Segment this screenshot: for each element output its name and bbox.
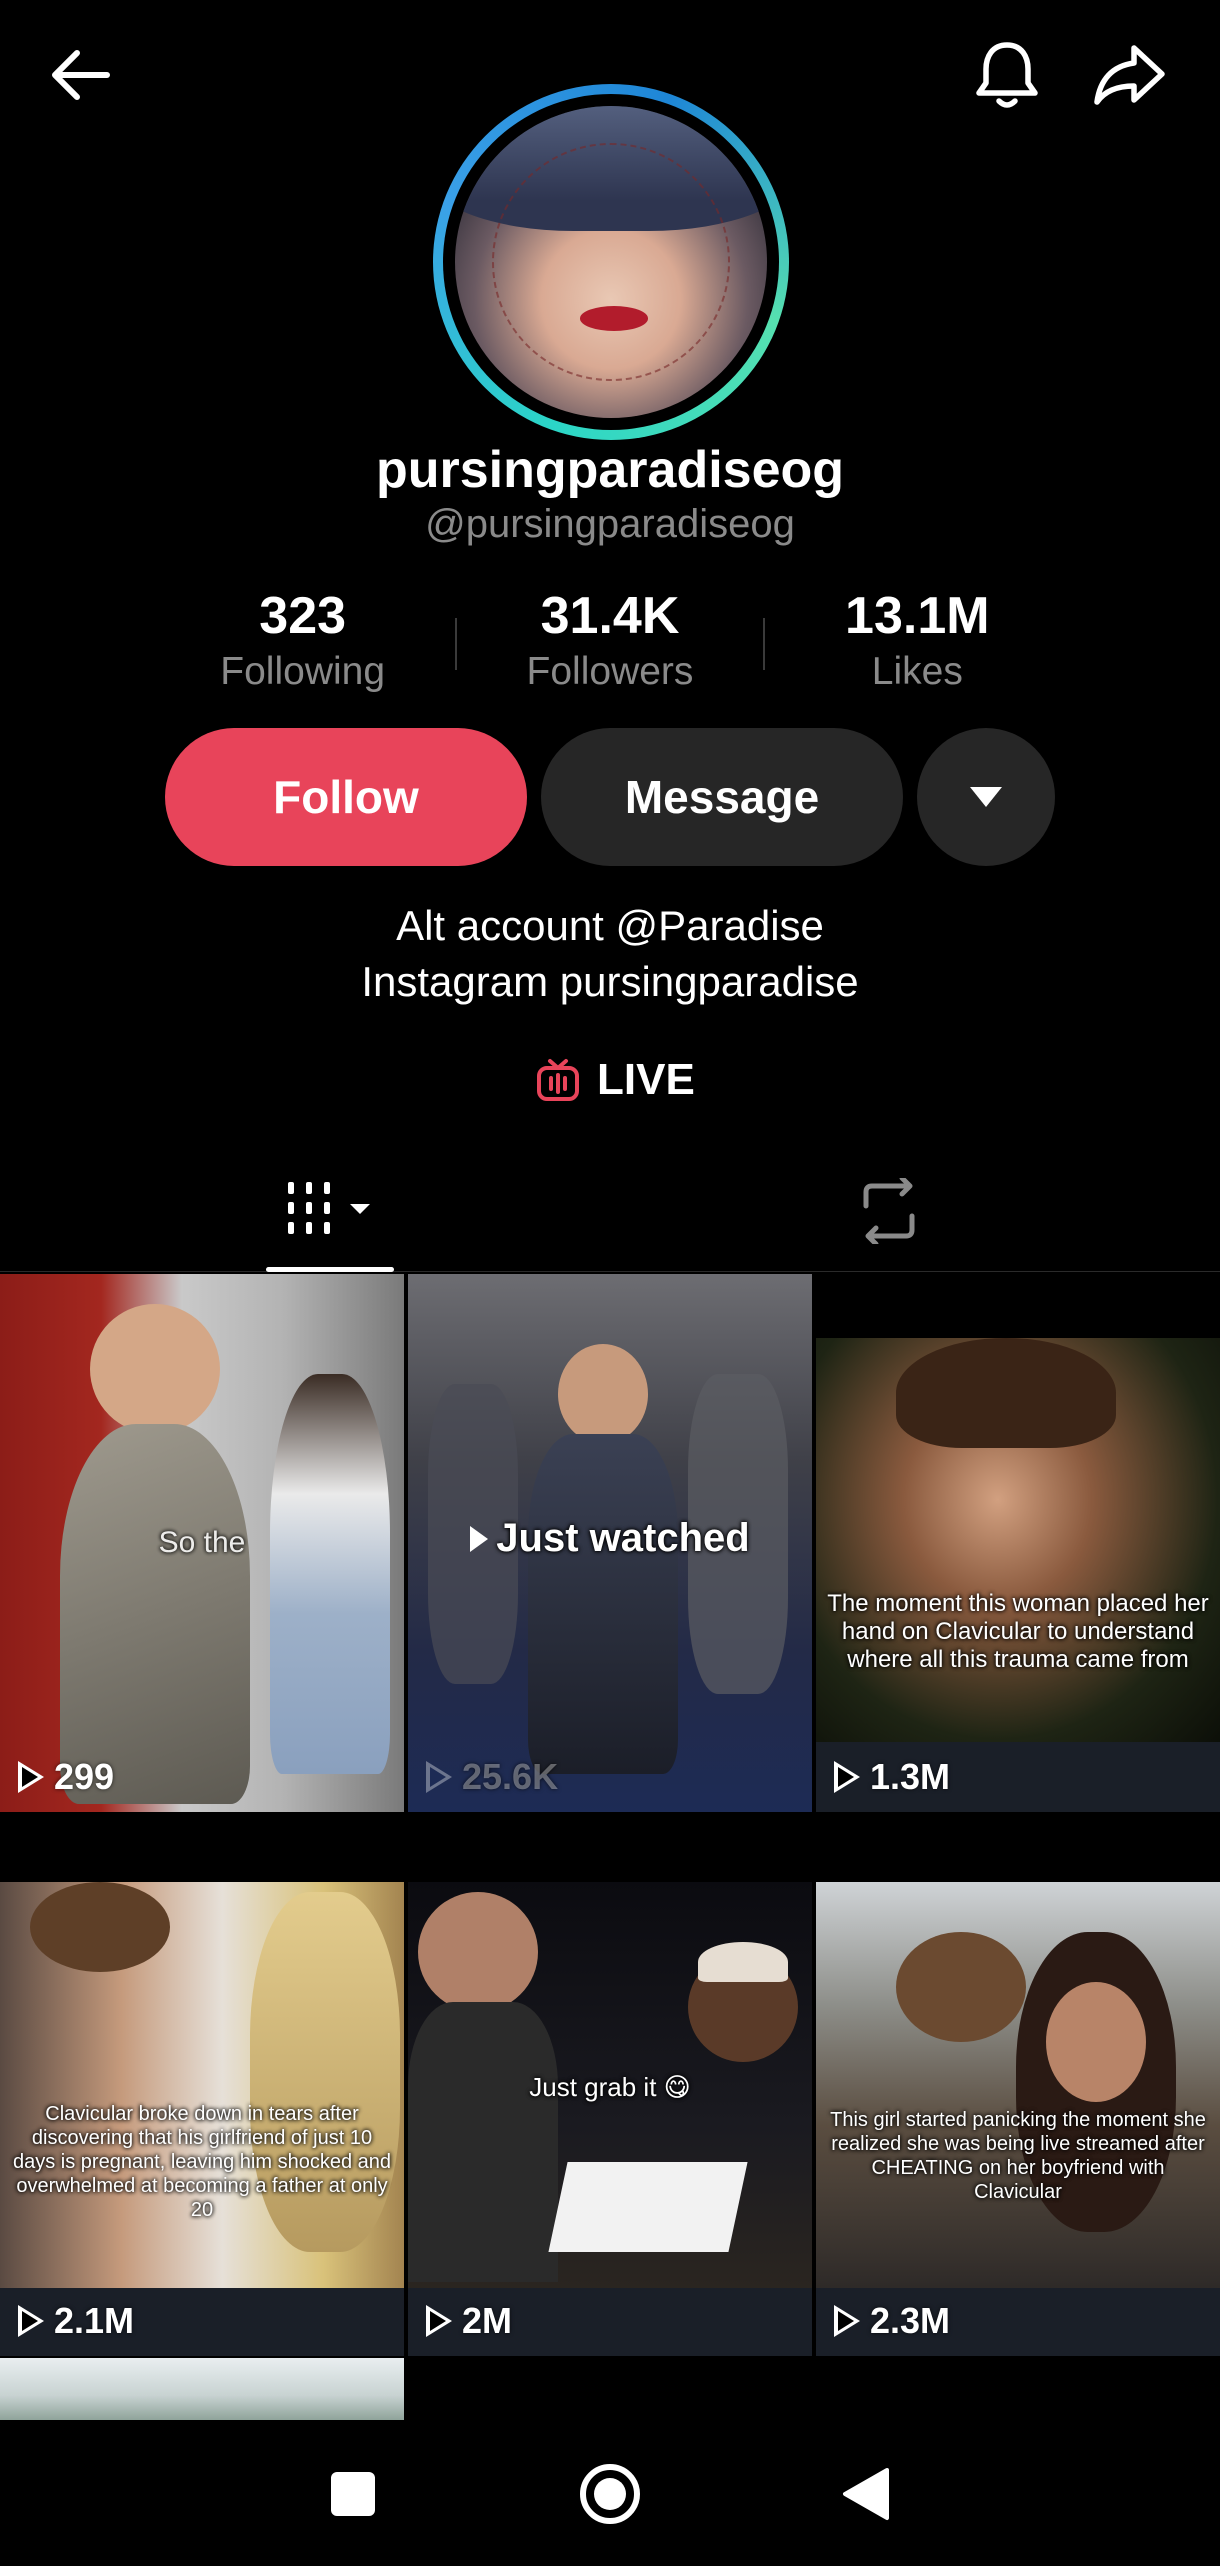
- video-thumbnail[interactable]: [0, 2358, 404, 2420]
- bio-line: Alt account @Paradise: [396, 902, 824, 949]
- stat-label: Following: [220, 650, 386, 693]
- profile-bio: Alt account @Paradise Instagram pursingp…: [0, 898, 1220, 1010]
- follow-button[interactable]: Follow: [165, 728, 527, 866]
- view-count: 25.6K: [426, 1756, 558, 1798]
- play-icon: [834, 1761, 860, 1793]
- profile-actions: Follow Message: [165, 728, 1055, 866]
- play-icon: [18, 2305, 44, 2337]
- stat-likes[interactable]: 13.1M Likes: [765, 586, 1070, 696]
- just-watched-play-icon: [470, 1525, 489, 1552]
- grid-icon: [288, 1182, 370, 1234]
- message-button[interactable]: Message: [541, 728, 903, 866]
- video-thumbnail[interactable]: Just grab it 😋 2M: [408, 1882, 812, 2356]
- video-thumbnail[interactable]: Clavicular broke down in tears after dis…: [0, 1882, 404, 2356]
- view-count-value: 2M: [462, 2300, 513, 2341]
- stat-value: 13.1M: [845, 587, 990, 645]
- view-count: 2M: [426, 2300, 512, 2342]
- person-hair: [896, 1932, 1026, 2042]
- avatar-ring[interactable]: [433, 84, 789, 440]
- active-tab-indicator: [266, 1267, 394, 1272]
- video-caption-text: Just watched: [496, 1516, 750, 1560]
- view-count-value: 2.1M: [54, 2300, 135, 2341]
- video-caption: This girl started panicking the moment s…: [830, 2109, 1206, 2203]
- person-figure: [408, 2002, 558, 2282]
- system-nav-bar: [0, 2420, 1220, 2566]
- live-link[interactable]: LIVE: [535, 1048, 695, 1112]
- view-count-value: 1.3M: [870, 1756, 951, 1797]
- video-caption: Clavicular broke down in tears after dis…: [12, 2103, 391, 2221]
- video-caption: Just watched: [418, 1516, 802, 1561]
- stat-value: 31.4K: [540, 587, 680, 645]
- video-thumbnail[interactable]: Just watched 25.6K: [408, 1274, 812, 1812]
- avatar: [455, 106, 767, 418]
- back-arrow-icon[interactable]: [35, 30, 125, 120]
- stat-value: 323: [259, 587, 347, 645]
- video-caption: So the: [158, 1526, 246, 1559]
- video-caption: The moment this woman placed her hand on…: [827, 1590, 1209, 1673]
- person-hair: [896, 1338, 1116, 1448]
- play-icon: [426, 1761, 452, 1793]
- person-figure: [528, 1434, 678, 1774]
- back-button[interactable]: [820, 2452, 910, 2536]
- person-hair: [30, 1882, 170, 1972]
- person-figure: [60, 1424, 250, 1804]
- video-thumbnail[interactable]: So the 299: [0, 1274, 404, 1812]
- tab-videos[interactable]: [266, 1150, 394, 1272]
- person-cap: [698, 1942, 788, 1982]
- video-thumbnail[interactable]: The moment this woman placed her hand on…: [816, 1274, 1220, 1812]
- bell-icon[interactable]: [962, 30, 1052, 120]
- caret-down-icon: [970, 787, 1002, 807]
- view-count-value: 299: [54, 1756, 115, 1797]
- play-icon: [18, 1761, 44, 1793]
- view-count: 1.3M: [834, 1756, 950, 1798]
- play-icon: [426, 2305, 452, 2337]
- profile-handle: @pursingparadiseog: [425, 502, 795, 546]
- pizza-box: [548, 2162, 748, 2252]
- person-figure: [418, 1892, 538, 2012]
- share-icon[interactable]: [1085, 30, 1175, 120]
- bio-line: Instagram pursingparadise: [361, 958, 859, 1005]
- home-circle-icon: [580, 2464, 640, 2524]
- avatar-lips: [579, 305, 649, 331]
- live-label: LIVE: [597, 1055, 695, 1104]
- video-caption: Just grab it 😋: [529, 2072, 691, 2102]
- person-figure: [558, 1344, 648, 1444]
- recent-apps-button[interactable]: [308, 2452, 398, 2536]
- stat-followers[interactable]: 31.4K Followers: [457, 586, 762, 696]
- person-figure: [90, 1304, 220, 1434]
- view-count-value: 2.3M: [870, 2300, 951, 2341]
- tab-reposts[interactable]: [844, 1150, 934, 1272]
- repost-icon: [863, 1178, 915, 1244]
- content-tabs: [0, 1150, 1220, 1272]
- view-count: 299: [18, 1756, 114, 1798]
- video-thumbnail[interactable]: This girl started panicking the moment s…: [816, 1882, 1220, 2356]
- view-count: 2.1M: [18, 2300, 134, 2342]
- live-tv-icon: [537, 1059, 579, 1101]
- back-triangle-icon: [843, 2468, 889, 2520]
- view-count: 2.3M: [834, 2300, 950, 2342]
- avatar-frame: [443, 94, 779, 430]
- person-figure: [270, 1374, 390, 1774]
- stats-row: 323 Following 31.4K Followers 13.1M Like…: [150, 586, 1070, 696]
- profile-display-name: pursingparadiseog: [375, 441, 845, 499]
- square-icon: [331, 2472, 375, 2516]
- thumbnail-image: [0, 2358, 404, 2420]
- more-options-button[interactable]: [917, 728, 1055, 866]
- stat-label: Followers: [526, 650, 694, 693]
- home-button[interactable]: [565, 2452, 655, 2536]
- avatar-stamp: [492, 143, 730, 381]
- play-icon: [834, 2305, 860, 2337]
- person-face: [1046, 1982, 1146, 2102]
- stat-label: Likes: [871, 650, 963, 693]
- stat-following[interactable]: 323 Following: [150, 586, 455, 696]
- view-count-value: 25.6K: [462, 1756, 559, 1797]
